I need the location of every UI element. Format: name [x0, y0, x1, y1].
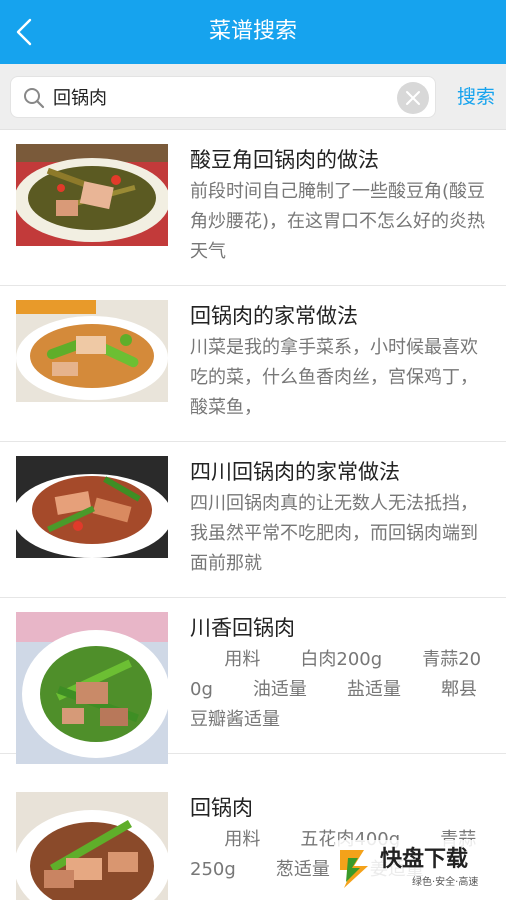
search-button[interactable]: 搜索: [450, 82, 502, 112]
list-item[interactable]: 四川回锅肉的家常做法 四川回锅肉真的让无数人无法抵挡，我虽然平常不吃肥肉，而回锅…: [0, 442, 506, 598]
app-header: 菜谱搜索: [0, 0, 506, 64]
recipe-thumbnail: [16, 144, 168, 246]
recipe-description: 前段时间自己腌制了一些酸豆角(酸豆角炒腰花)，在这胃口不怎么好的炎热天气: [190, 181, 486, 262]
recipe-title: 四川回锅肉的家常做法: [190, 460, 400, 484]
close-icon: [406, 91, 420, 105]
recipe-result-list: 酸豆角回锅肉的做法 前段时间自己腌制了一些酸豆角(酸豆角炒腰花)，在这胃口不怎么…: [0, 130, 506, 900]
recipe-thumbnail: [16, 300, 168, 402]
recipe-title: 酸豆角回锅肉的做法: [190, 148, 379, 172]
clear-search-button[interactable]: [397, 82, 429, 114]
page-title: 菜谱搜索: [208, 19, 297, 44]
search-icon: [24, 88, 45, 109]
list-item[interactable]: 酸豆角回锅肉的做法 前段时间自己腌制了一些酸豆角(酸豆角炒腰花)，在这胃口不怎么…: [0, 130, 506, 286]
search-input[interactable]: [53, 81, 393, 113]
recipe-description: 川菜是我的拿手菜系，小时候最喜欢吃的菜，什么鱼香肉丝，宫保鸡丁，酸菜鱼，: [190, 337, 478, 418]
lightning-logo-icon: [340, 850, 368, 888]
recipe-description: 四川回锅肉真的让无数人无法抵挡，我虽然平常不吃肥肉，而回锅肉端到面前那就: [190, 493, 478, 574]
recipe-title: 回锅肉: [190, 796, 253, 820]
list-item[interactable]: 回锅肉的家常做法 川菜是我的拿手菜系，小时候最喜欢吃的菜，什么鱼香肉丝，宫保鸡丁…: [0, 286, 506, 442]
site-watermark: 快盘下载 绿色·安全·高速: [334, 840, 502, 896]
search-box[interactable]: [10, 76, 436, 118]
recipe-thumbnail: [16, 792, 168, 900]
recipe-thumbnail: [16, 612, 168, 764]
recipe-title: 回锅肉的家常做法: [190, 304, 358, 328]
watermark-brand: 快盘下载: [380, 847, 469, 872]
search-bar: 搜索: [0, 64, 506, 130]
recipe-thumbnail: [16, 456, 168, 558]
list-item[interactable]: 川香回锅肉 用料 白肉200g 青蒜200g 油适量 盐适量 郫县豆瓣酱适量: [0, 598, 506, 764]
watermark-tagline: 绿色·安全·高速: [412, 877, 479, 888]
recipe-title: 川香回锅肉: [190, 616, 295, 640]
recipe-description: 用料 白肉200g 青蒜200g 油适量 盐适量 郫县豆瓣酱适量: [190, 649, 482, 730]
